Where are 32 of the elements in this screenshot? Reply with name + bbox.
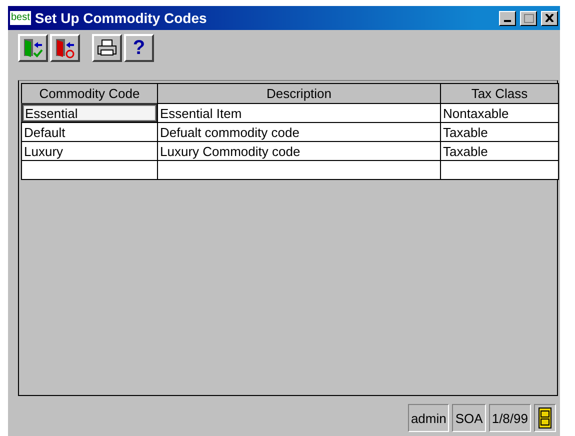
status-field: 1/8/99 bbox=[488, 404, 531, 432]
close-icon bbox=[545, 14, 554, 22]
minimize-button[interactable] bbox=[499, 10, 516, 26]
table-cell[interactable]: Taxable bbox=[440, 122, 559, 142]
table-cell[interactable]: Luxury bbox=[21, 141, 158, 161]
table-cell[interactable] bbox=[440, 160, 559, 180]
maximize-button[interactable] bbox=[520, 10, 537, 26]
maximize-icon bbox=[524, 14, 534, 22]
column-header[interactable]: Tax Class bbox=[440, 83, 559, 104]
toolbar-button[interactable] bbox=[50, 34, 80, 62]
column-header[interactable]: Description bbox=[157, 83, 441, 104]
printer-icon bbox=[96, 38, 118, 58]
table-cell[interactable] bbox=[157, 160, 441, 180]
table-cell[interactable]: Defualt commodity code bbox=[157, 122, 441, 142]
print-button[interactable] bbox=[92, 34, 122, 62]
table-cell[interactable]: Nontaxable bbox=[440, 103, 559, 123]
status-field: admin bbox=[408, 404, 450, 432]
close-button[interactable] bbox=[541, 10, 558, 26]
table-cell[interactable]: Luxury Commodity code bbox=[157, 141, 441, 161]
exit-cancel-icon bbox=[54, 37, 76, 59]
table-cell[interactable]: Default bbox=[21, 122, 158, 142]
exit-check-icon bbox=[22, 37, 44, 59]
status-field: SOA bbox=[452, 404, 486, 432]
table-cell[interactable] bbox=[21, 160, 158, 180]
table-cell[interactable]: Essential Item bbox=[157, 103, 441, 123]
table-cell[interactable]: Taxable bbox=[440, 141, 559, 161]
help-button[interactable]: ? bbox=[124, 34, 154, 62]
column-header[interactable]: Commodity Code bbox=[21, 83, 158, 104]
toolbar-button[interactable] bbox=[18, 34, 48, 62]
table-cell[interactable]: Essential bbox=[21, 103, 158, 123]
app-logo: best bbox=[10, 11, 31, 25]
window-title: Set Up Commodity Codes bbox=[34, 10, 208, 26]
